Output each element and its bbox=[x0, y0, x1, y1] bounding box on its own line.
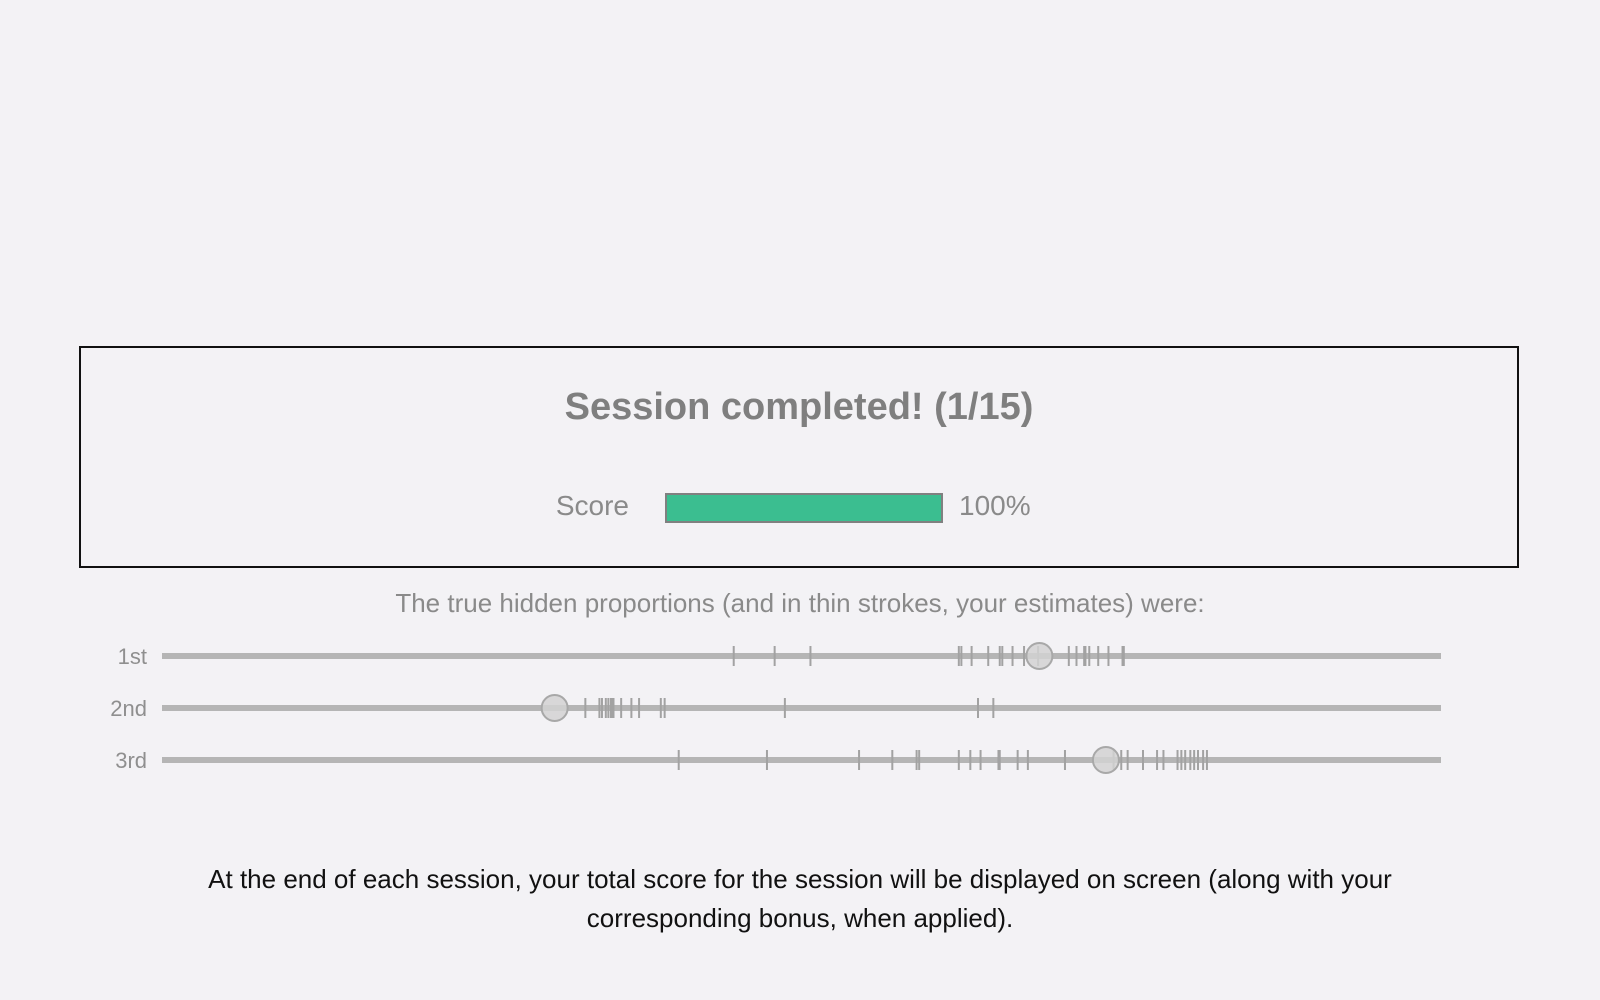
true-proportion-marker bbox=[1025, 642, 1054, 670]
row-label: 1st bbox=[118, 644, 147, 669]
proportion-estimates-plot: 1st 2nd 3rd bbox=[110, 642, 1441, 774]
session-title: Session completed! (1/15) bbox=[564, 386, 1034, 428]
score-bar bbox=[665, 493, 943, 523]
row-label: 3rd bbox=[115, 748, 147, 773]
session-feedback-box: Session completed! (1/15) Score 100% bbox=[79, 346, 1519, 568]
true-proportion-marker bbox=[540, 694, 569, 722]
score-bar-fill bbox=[667, 495, 941, 521]
score-value: 100% bbox=[959, 490, 1031, 521]
proportions-caption: The true hidden proportions (and in thin… bbox=[395, 588, 1205, 618]
score-label: Score bbox=[555, 490, 629, 521]
row-label: 2nd bbox=[110, 696, 147, 721]
true-proportion-marker bbox=[1091, 746, 1120, 774]
instructions-text: At the end of each session, your total s… bbox=[208, 864, 1392, 933]
